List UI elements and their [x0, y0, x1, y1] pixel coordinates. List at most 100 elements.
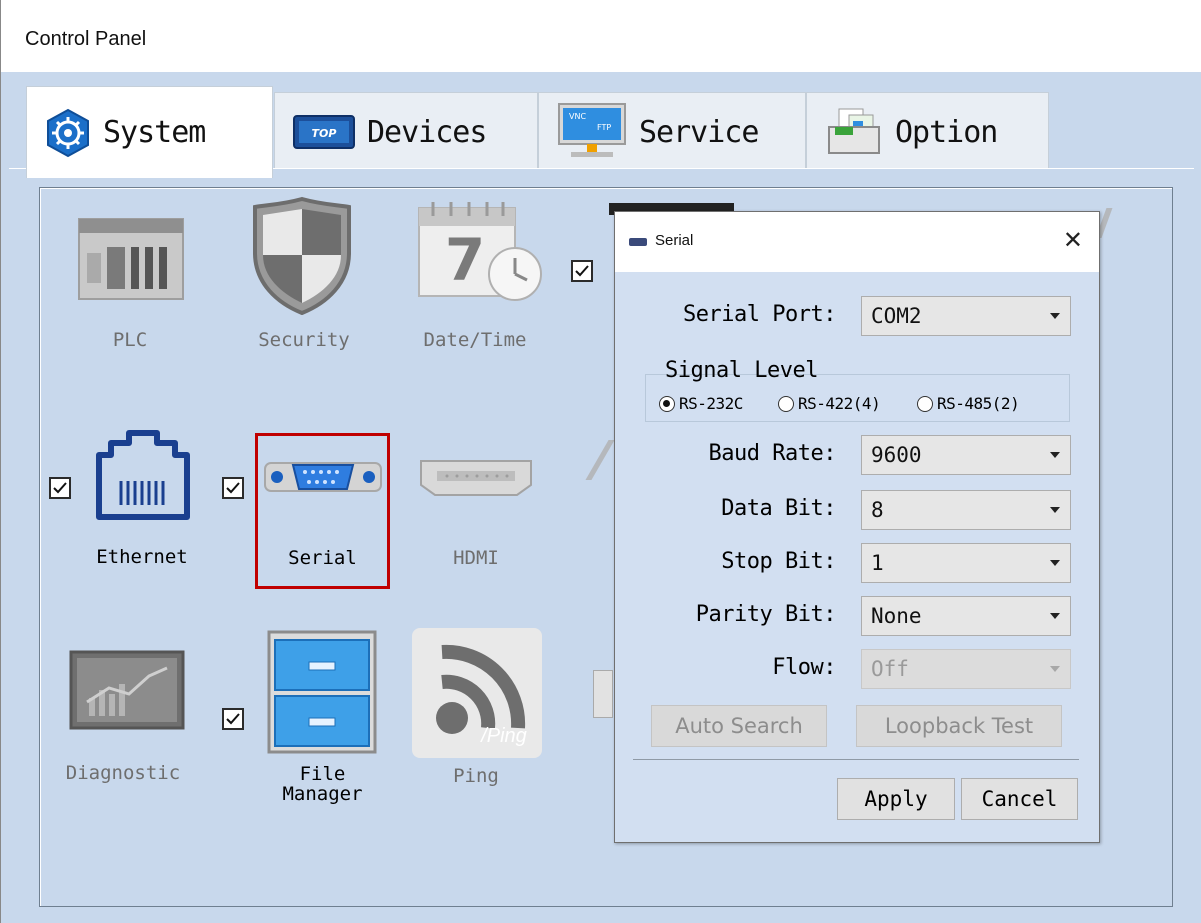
dialog-title-bar: Serial ✕	[615, 212, 1099, 272]
stop-bit-label: Stop Bit:	[721, 549, 836, 574]
svg-text:/Ping: /Ping	[479, 725, 527, 747]
file-manager-label-line2: Manager	[282, 783, 363, 805]
chevron-down-icon	[1050, 507, 1060, 513]
flow-select[interactable]: Off	[861, 649, 1071, 689]
serial-label: Serial	[288, 547, 357, 569]
security-label: Security	[258, 329, 350, 351]
serial-checkbox[interactable]	[222, 477, 244, 499]
radio-selected-icon	[659, 395, 675, 412]
folder-icon	[825, 107, 883, 157]
serial-dialog: Serial ✕ Serial Port: COM2 Signal Level …	[614, 211, 1100, 843]
plc-item[interactable]: PLC	[63, 205, 197, 365]
radio-rs485-label: RS-485(2)	[937, 394, 1020, 413]
auto-search-button[interactable]: Auto Search	[651, 705, 827, 747]
hdmi-port-icon	[417, 455, 535, 503]
tab-label: Option	[895, 114, 998, 150]
radio-rs232c[interactable]: RS-232C	[659, 394, 743, 413]
flow-value: Off	[871, 657, 909, 681]
ping-label: Ping	[453, 765, 499, 787]
top-logo-icon: TOP	[293, 115, 355, 149]
data-bit-select[interactable]: 8	[861, 490, 1071, 530]
parity-bit-select[interactable]: None	[861, 596, 1071, 636]
serial-icon	[629, 238, 647, 246]
dialog-title: Serial	[655, 232, 694, 249]
chart-monitor-icon	[69, 650, 185, 734]
hdmi-item[interactable]: HDMI	[411, 445, 541, 585]
baud-rate-select[interactable]: 9600	[861, 435, 1071, 475]
chevron-down-icon	[1050, 666, 1060, 672]
serial-port-icon	[263, 455, 383, 503]
radio-rs422-label: RS-422(4)	[798, 394, 881, 413]
data-bit-row: Data Bit: 8	[615, 490, 1099, 530]
serial-port-label: Serial Port:	[683, 302, 836, 327]
title-bar: Control Panel	[1, 0, 1201, 73]
chevron-down-icon	[1050, 560, 1060, 566]
flow-label: Flow:	[772, 655, 836, 680]
svg-text:FTP: FTP	[597, 123, 611, 132]
tab-devices[interactable]: TOP Devices	[274, 92, 538, 172]
date-time-item[interactable]: 7 Date/Time	[405, 200, 545, 365]
control-panel-window: Control Panel System TOP Devices VNC FTP…	[0, 0, 1201, 923]
tab-label: Service	[639, 114, 759, 150]
baud-rate-value: 9600	[871, 443, 922, 467]
ethernet-item[interactable]: Ethernet	[87, 425, 197, 575]
loopback-test-button[interactable]: Loopback Test	[856, 705, 1062, 747]
serial-item[interactable]: Serial	[257, 435, 388, 587]
stop-bit-select[interactable]: 1	[861, 543, 1071, 583]
flow-row: Flow: Off	[615, 649, 1099, 689]
tab-system[interactable]: System	[26, 86, 273, 178]
ethernet-port-icon	[95, 429, 191, 525]
file-manager-label: File Manager	[257, 764, 388, 804]
serial-port-select[interactable]: COM2	[861, 296, 1071, 336]
tab-label: Devices	[367, 114, 487, 150]
file-cabinet-icon	[265, 628, 379, 760]
radio-rs232c-label: RS-232C	[679, 394, 743, 413]
gear-icon	[45, 108, 91, 158]
serial-port-value: COM2	[871, 304, 922, 328]
file-manager-checkbox[interactable]	[222, 708, 244, 730]
window-title: Control Panel	[25, 28, 147, 50]
ethernet-checkbox[interactable]	[49, 477, 71, 499]
baud-rate-row: Baud Rate: 9600	[615, 435, 1099, 475]
svg-text:7: 7	[445, 226, 485, 294]
tab-service[interactable]: VNC FTP Service	[538, 92, 806, 172]
stop-bit-value: 1	[871, 551, 884, 575]
plc-icon	[77, 213, 185, 307]
apply-button[interactable]: Apply	[837, 778, 955, 820]
calendar-clock-icon: 7	[415, 200, 543, 308]
tab-option[interactable]: Option	[806, 92, 1049, 172]
diagnostic-label: Diagnostic	[65, 762, 181, 784]
data-bit-value: 8	[871, 498, 884, 522]
hidden-item-checkbox[interactable]	[571, 260, 593, 282]
hdmi-label: HDMI	[453, 547, 499, 569]
shield-icon	[249, 195, 355, 319]
radio-rs422[interactable]: RS-422(4)	[778, 394, 881, 413]
chevron-down-icon	[1050, 313, 1060, 319]
partial-item-icon	[593, 670, 613, 718]
diagnostic-item[interactable]: Diagnostic	[53, 650, 193, 790]
chevron-down-icon	[1050, 452, 1060, 458]
svg-text:TOP: TOP	[312, 127, 337, 140]
file-manager-label-line1: File	[299, 763, 346, 785]
parity-bit-row: Parity Bit: None	[615, 596, 1099, 636]
file-manager-item[interactable]: File Manager	[257, 628, 388, 818]
parity-bit-label: Parity Bit:	[695, 602, 837, 627]
parity-bit-value: None	[871, 604, 922, 628]
stop-bit-row: Stop Bit: 1	[615, 543, 1099, 583]
ethernet-label: Ethernet	[96, 546, 188, 568]
chevron-down-icon	[1050, 613, 1060, 619]
svg-text:VNC: VNC	[569, 112, 586, 121]
plc-label: PLC	[112, 329, 148, 351]
ping-item[interactable]: /Ping Ping	[406, 625, 546, 790]
date-time-label: Date/Time	[423, 329, 527, 351]
signal-level-label: Signal Level	[665, 358, 818, 383]
radio-rs485[interactable]: RS-485(2)	[917, 394, 1020, 413]
data-bit-label: Data Bit:	[721, 496, 836, 521]
security-item[interactable]: Security	[237, 195, 371, 365]
serial-port-row: Serial Port: COM2	[615, 296, 1099, 336]
close-icon[interactable]: ✕	[1063, 226, 1083, 255]
dialog-divider	[633, 759, 1079, 760]
cancel-button[interactable]: Cancel	[961, 778, 1078, 820]
tab-label: System	[103, 115, 206, 150]
radio-unselected-icon	[917, 395, 933, 412]
